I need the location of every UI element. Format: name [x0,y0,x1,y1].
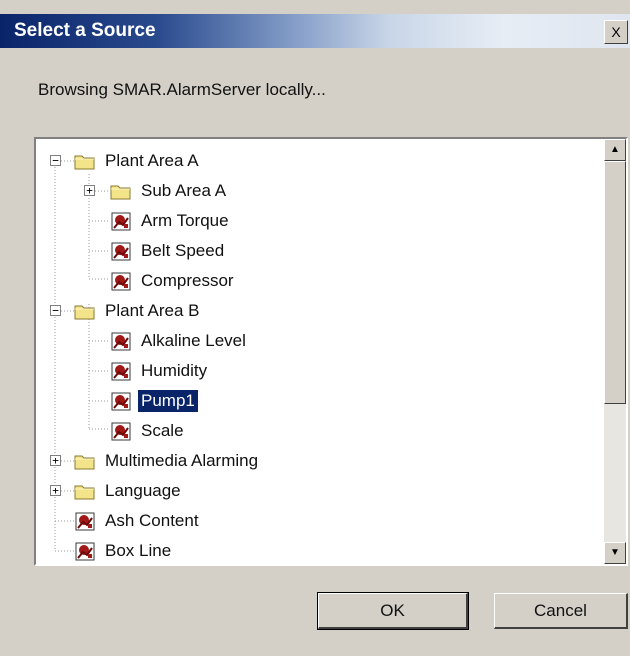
tree-node-label: Sub Area A [141,181,227,200]
expander-plus-icon[interactable]: + [50,455,61,466]
tree-node[interactable]: Pump1 [110,388,199,414]
close-button[interactable]: X [604,20,628,44]
scroll-thumb[interactable] [604,161,626,404]
folder-icon [74,305,95,319]
tree-node[interactable]: Alkaline Level [110,328,249,354]
tree-node-label: Plant Area B [105,301,200,320]
tree-node-label: Arm Torque [141,211,229,230]
scroll-down-button[interactable]: ▼ [604,542,626,564]
expander-plus-icon[interactable]: + [50,485,61,496]
ok-button[interactable]: OK [317,592,469,630]
tree-node[interactable]: Box Line [74,538,174,564]
tree-node-label: Humidity [141,361,208,380]
alarm-tag-icon [75,512,95,530]
tree-node-label: Compressor [141,271,234,290]
tree-node[interactable]: Plant Area B [74,298,203,324]
tree-node[interactable]: Plant Area A [74,148,202,174]
alarm-tag-icon [111,362,131,380]
tree-node-label: Multimedia Alarming [105,451,259,470]
folder-icon [110,185,131,199]
expander-minus-icon[interactable]: − [50,305,61,316]
alarm-tag-icon [111,272,131,290]
tree-node[interactable]: Ash Content [74,508,202,534]
tree-node-label: Alkaline Level [141,331,246,350]
tree-node[interactable]: Compressor [110,268,237,294]
tree-node[interactable]: Arm Torque [110,208,232,234]
scroll-up-button[interactable]: ▲ [604,139,626,161]
source-tree[interactable]: − Plant Area A + Sub Area A Arm Torque Belt S… [34,137,628,566]
vertical-scrollbar[interactable]: ▲ ▼ [604,139,626,564]
alarm-tag-icon [111,242,131,260]
window-title: Select a Source [14,20,156,41]
alarm-tag-icon [111,422,131,440]
folder-icon [74,455,95,469]
alarm-tag-icon [75,542,95,560]
folder-icon [74,485,95,499]
tree-node-label: Ash Content [105,511,199,530]
folder-icon [74,155,95,169]
status-text: Browsing SMAR.AlarmServer locally... [38,80,326,99]
tree-node-label: Scale [141,421,184,440]
tree-node-label: Language [105,481,181,500]
tree-node-label: Belt Speed [141,241,225,260]
alarm-tag-icon [111,212,131,230]
tree-node[interactable]: Belt Speed [110,238,227,264]
alarm-tag-icon [111,332,131,350]
tree-node[interactable]: Sub Area A [110,178,229,204]
cancel-button[interactable]: Cancel [494,593,628,629]
tree-node[interactable]: Language [74,478,184,504]
expander-minus-icon[interactable]: − [50,155,61,166]
alarm-tag-icon [111,392,131,410]
tree-node[interactable]: Humidity [110,358,210,384]
expander-plus-icon[interactable]: + [84,185,95,196]
tree-node[interactable]: Multimedia Alarming [74,448,261,474]
tree-node-label: Box Line [105,541,172,560]
tree-node[interactable]: Scale [110,418,187,444]
tree-node-label: Pump1 [137,389,199,413]
tree-node-label: Plant Area A [105,151,199,170]
title-bar[interactable]: Select a Source X [0,14,630,48]
